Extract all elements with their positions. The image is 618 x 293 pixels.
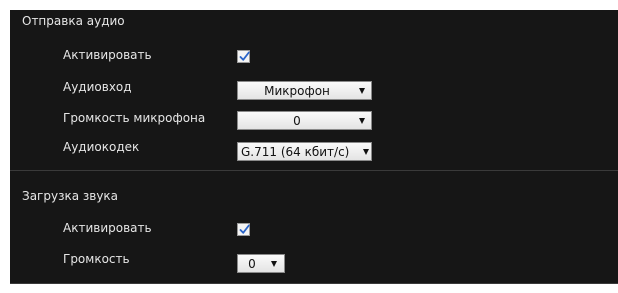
mic-volume-value: 0 xyxy=(293,114,301,128)
section-divider xyxy=(10,283,618,284)
audio-upload-activate-label: Активировать xyxy=(63,221,152,235)
checkmark-icon xyxy=(239,51,250,61)
section-title-audio-send: Отправка аудио xyxy=(22,14,125,28)
audio-codec-label: Аудиокодек xyxy=(63,140,140,154)
audio-codec-value: G.711 (64 кбит/с) xyxy=(241,145,350,159)
audio-input-select[interactable]: Микрофон xyxy=(237,81,372,100)
section-divider xyxy=(10,170,618,171)
audio-upload-volume-value: 0 xyxy=(248,257,256,271)
mic-volume-select[interactable]: 0 xyxy=(237,111,372,130)
section-title-audio-upload: Загрузка звука xyxy=(22,189,119,203)
audio-send-activate-label: Активировать xyxy=(63,48,152,62)
triangle-down-icon xyxy=(271,261,277,267)
triangle-down-icon xyxy=(359,118,365,124)
audio-input-value: Микрофон xyxy=(264,84,330,98)
audio-upload-volume-label: Громкость xyxy=(63,252,130,266)
triangle-down-icon xyxy=(359,88,365,94)
mic-volume-label: Громкость микрофона xyxy=(63,111,206,125)
audio-send-activate-checkbox[interactable] xyxy=(237,50,250,63)
audio-input-label: Аудиовход xyxy=(63,80,132,94)
checkmark-icon xyxy=(239,224,250,234)
audio-codec-select[interactable]: G.711 (64 кбит/с) xyxy=(237,142,372,161)
audio-upload-activate-checkbox[interactable] xyxy=(237,223,250,236)
triangle-down-icon xyxy=(363,149,369,155)
settings-panel: Отправка аудио Активировать Аудиовход Ми… xyxy=(10,10,618,284)
audio-upload-volume-select[interactable]: 0 xyxy=(237,254,285,273)
